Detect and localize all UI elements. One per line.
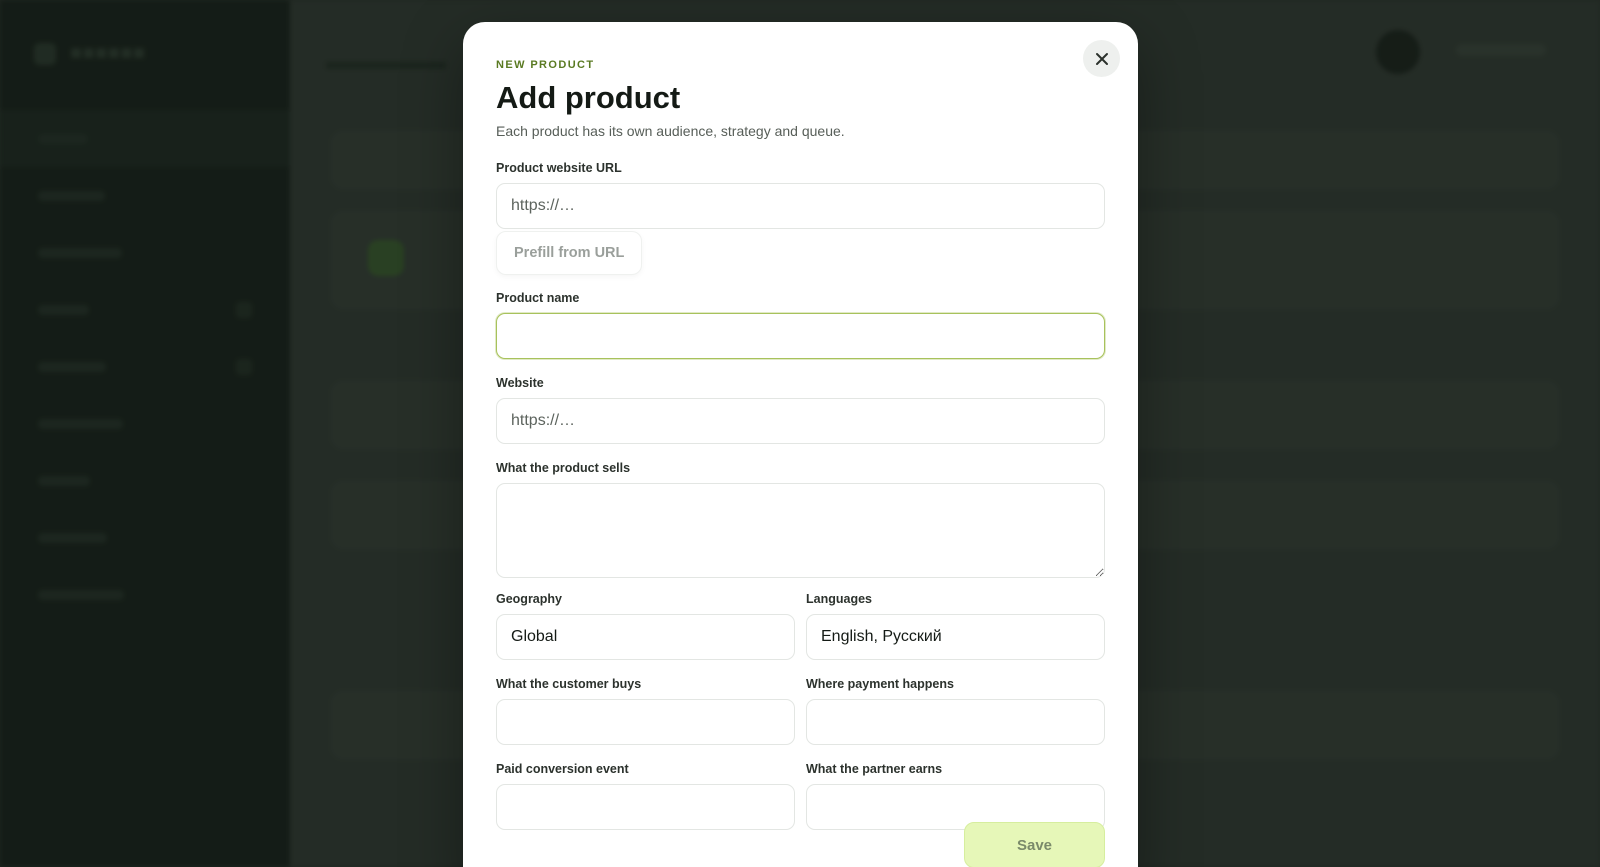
product-url-label: Product website URL [496, 161, 622, 176]
buys-payment-row: What the customer buys Where payment hap… [496, 677, 1105, 746]
modal-title: Add product [496, 80, 681, 115]
product-url-group: Product website URL [496, 161, 1105, 230]
geography-group: Geography [496, 592, 795, 661]
customer-buys-label: What the customer buys [496, 677, 642, 692]
website-input[interactable] [496, 398, 1105, 445]
languages-group: Languages [806, 592, 1105, 661]
save-button[interactable]: Save [964, 822, 1105, 867]
website-group: Website [496, 376, 1105, 445]
geo-lang-row: Geography Languages [496, 592, 1105, 661]
payment-group: Where payment happens [806, 677, 1105, 746]
sells-textarea[interactable] [496, 483, 1105, 579]
close-icon [1095, 52, 1108, 65]
conversion-input[interactable] [496, 784, 795, 831]
prefill-from-url-button[interactable]: Prefill from URL [496, 231, 643, 276]
partner-earns-label: What the partner earns [806, 762, 943, 777]
conversion-earns-row: Paid conversion event What the partner e… [496, 762, 1105, 831]
sells-label: What the product sells [496, 461, 631, 476]
modal-subtitle: Each product has its own audience, strat… [496, 123, 845, 140]
website-label: Website [496, 376, 544, 391]
languages-label: Languages [806, 592, 872, 607]
geography-label: Geography [496, 592, 562, 607]
product-name-group: Product name [496, 291, 1105, 360]
product-url-input[interactable] [496, 183, 1105, 230]
product-name-input[interactable] [496, 313, 1105, 360]
product-name-label: Product name [496, 291, 580, 306]
conversion-group: Paid conversion event [496, 762, 795, 831]
payment-input[interactable] [806, 699, 1105, 746]
partner-earns-group: What the partner earns [806, 762, 1105, 831]
payment-label: Where payment happens [806, 677, 954, 692]
languages-input[interactable] [806, 614, 1105, 661]
customer-buys-input[interactable] [496, 699, 795, 746]
sells-group: What the product sells [496, 461, 1105, 579]
add-product-modal: NEW PRODUCT Add product Each product has… [463, 22, 1138, 867]
geography-input[interactable] [496, 614, 795, 661]
close-button[interactable] [1083, 40, 1120, 77]
customer-buys-group: What the customer buys [496, 677, 795, 746]
eyebrow-label: NEW PRODUCT [496, 59, 595, 71]
conversion-label: Paid conversion event [496, 762, 629, 777]
